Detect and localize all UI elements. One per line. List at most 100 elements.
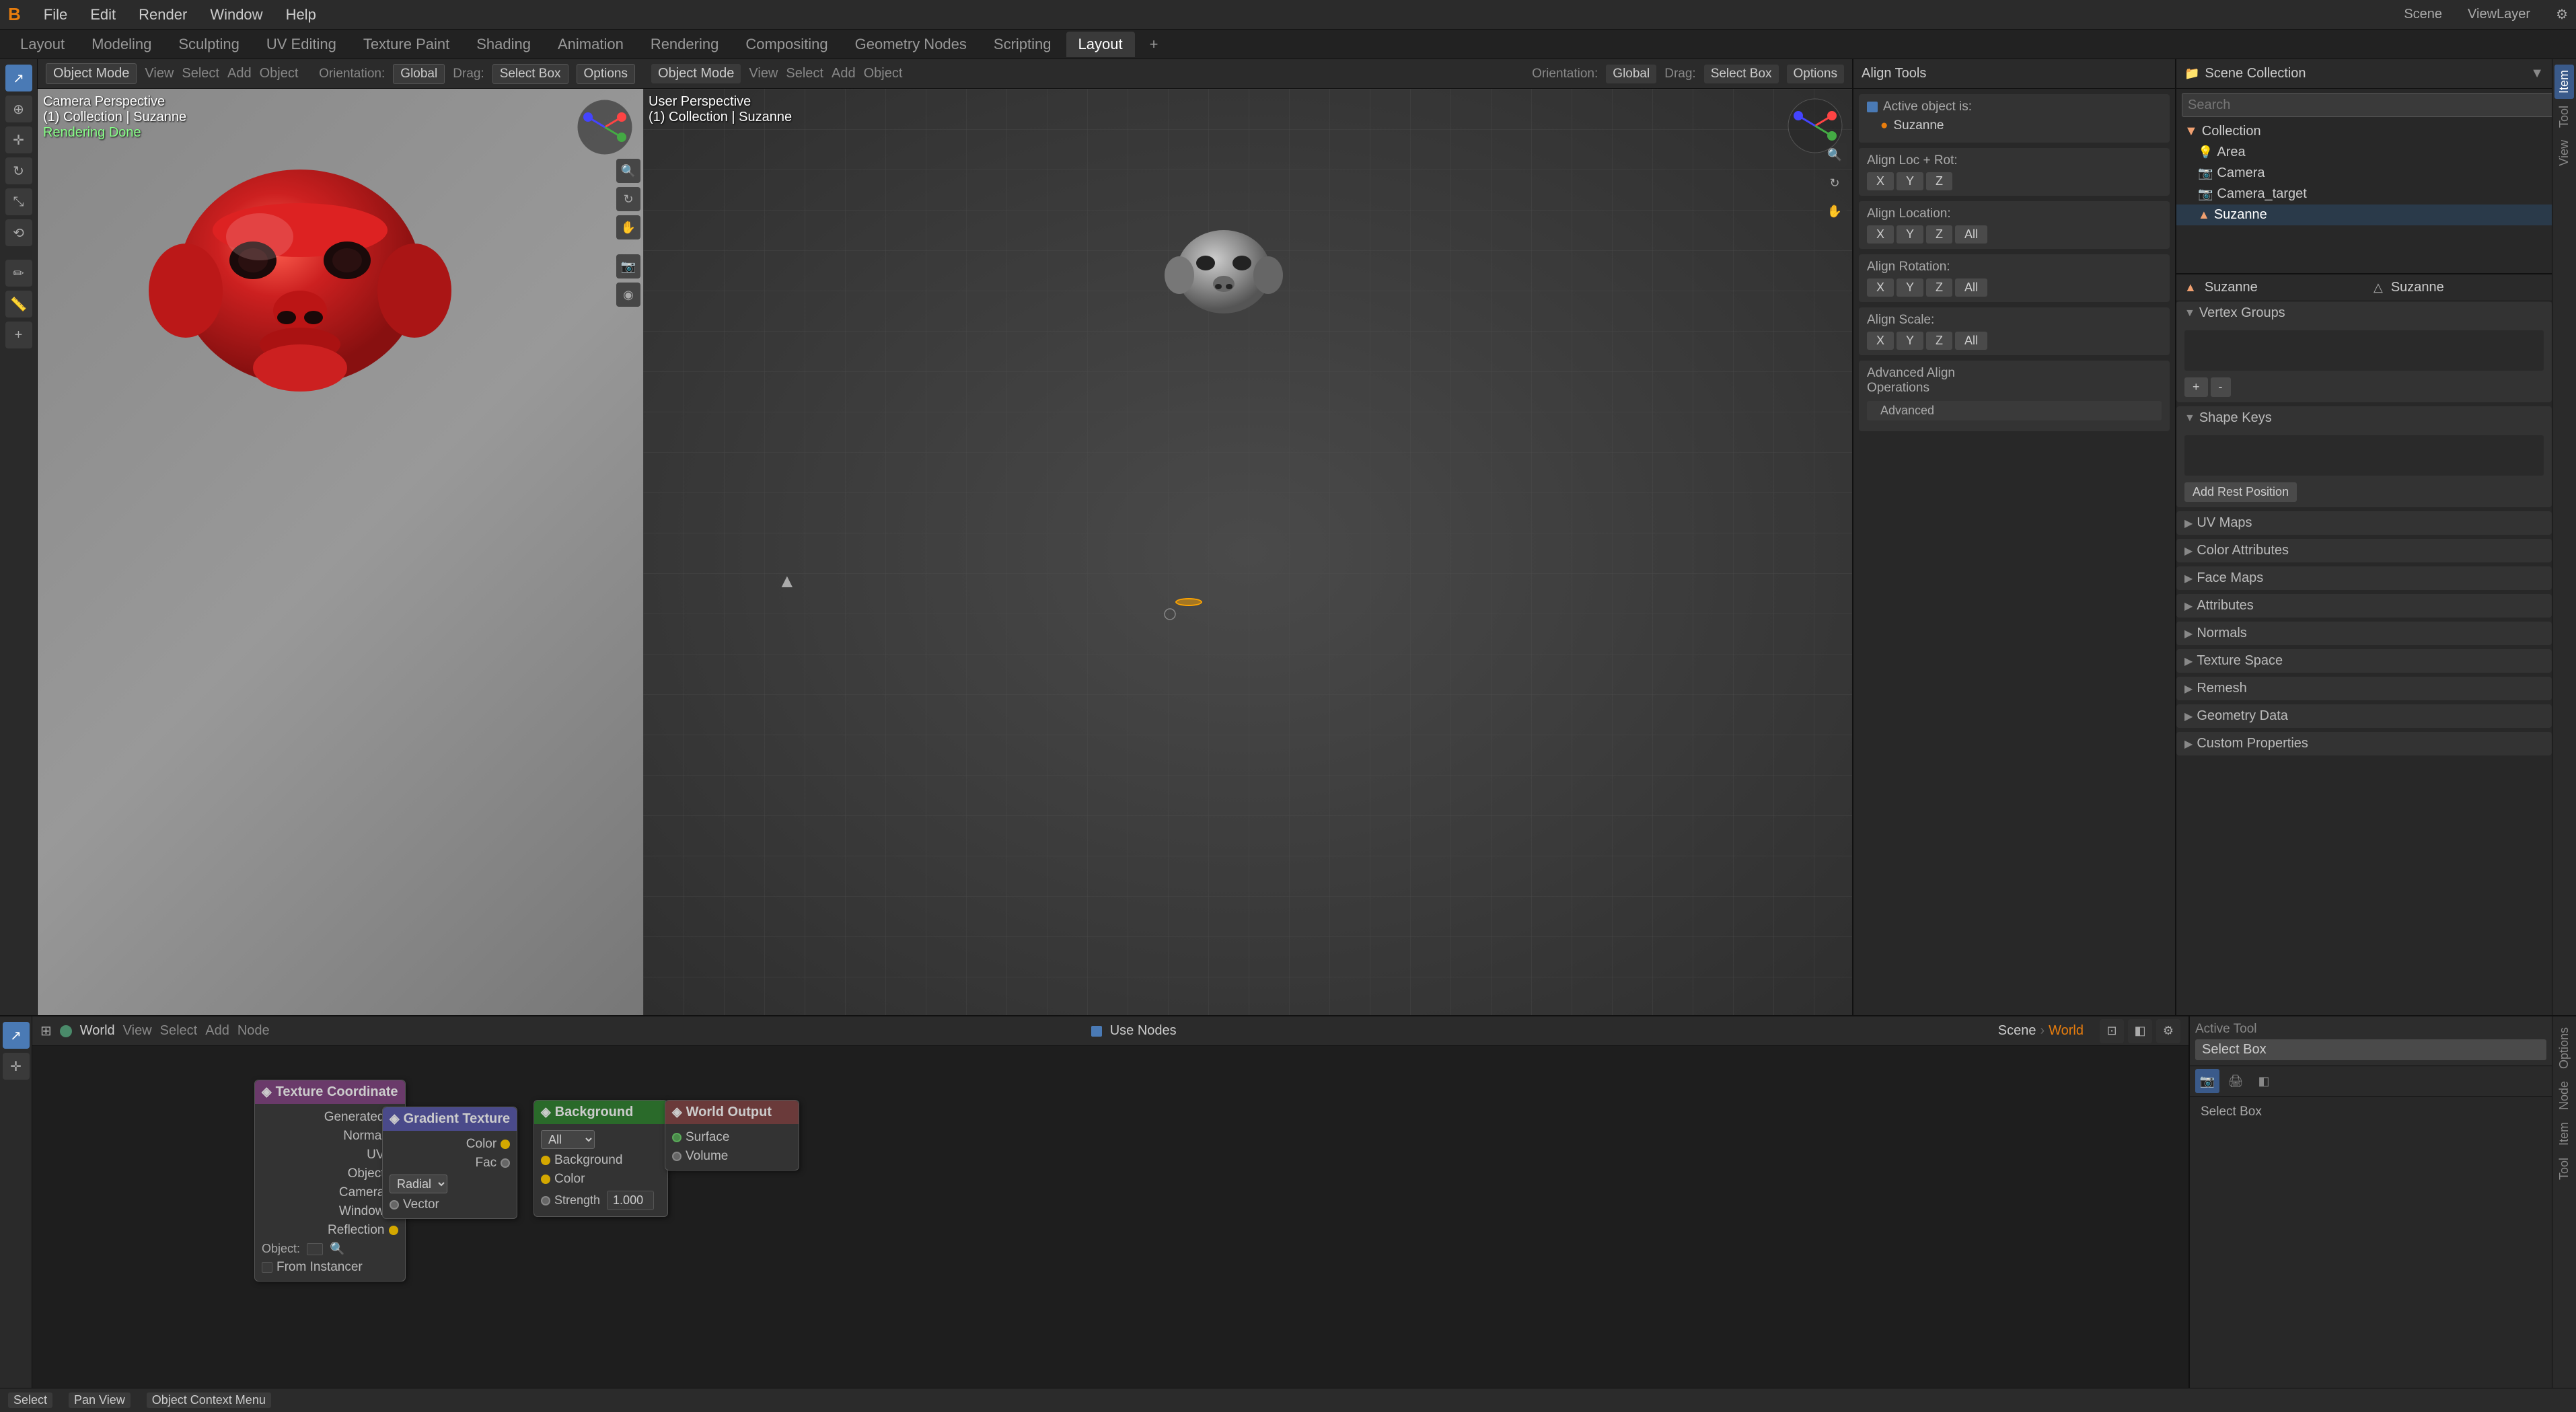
align-loc-z[interactable]: Z — [1926, 225, 1952, 244]
view-zoom-btn[interactable]: 🔍 — [616, 159, 640, 183]
props-icon-render[interactable]: 📷 — [2195, 1069, 2219, 1093]
add-node-menu[interactable]: Add — [205, 1023, 229, 1039]
color-attributes-title[interactable]: ▶ Color Attributes — [2176, 539, 2552, 562]
props-icon-view-layer[interactable]: ◧ — [2252, 1069, 2276, 1093]
align-rot-z[interactable]: Z — [1926, 278, 1952, 297]
breadcrumb-world[interactable]: World — [2049, 1023, 2084, 1039]
geometry-data-title[interactable]: ▶ Geometry Data — [2176, 704, 2552, 728]
tab-add[interactable]: + — [1138, 32, 1171, 57]
menu-help[interactable]: Help — [281, 3, 322, 26]
align-rot-all[interactable]: All — [1955, 278, 1987, 297]
select-tool-btn[interactable]: ↗ — [5, 65, 32, 91]
camera-btn[interactable]: 📷 — [616, 254, 640, 278]
vtab-tool-bottom[interactable]: Tool — [2554, 1152, 2574, 1185]
background-all-select[interactable]: All — [541, 1130, 595, 1149]
menu-window[interactable]: Window — [205, 3, 268, 26]
3d-pan-btn[interactable]: ✋ — [1823, 199, 1847, 223]
view-pan-btn[interactable]: ✋ — [616, 215, 640, 239]
render-btn[interactable]: ◉ — [616, 283, 640, 307]
tab-scripting[interactable]: Scripting — [982, 32, 1064, 57]
measure-tool-btn[interactable]: 📏 — [5, 291, 32, 318]
texture-space-title[interactable]: ▶ Texture Space — [2176, 649, 2552, 673]
object-mode-dropdown[interactable]: Object Mode — [46, 63, 137, 84]
tab-uv-editing[interactable]: UV Editing — [254, 32, 348, 57]
object-field-swatch[interactable] — [307, 1243, 323, 1255]
select-menu[interactable]: Select — [182, 66, 219, 81]
menu-render[interactable]: Render — [133, 3, 192, 26]
add-tool-btn[interactable]: + — [5, 322, 32, 348]
node-overlay-btn[interactable]: ◧ — [2128, 1019, 2152, 1043]
scene-search-input[interactable] — [2182, 93, 2552, 117]
object-mode-3d-dropdown[interactable]: Object Mode — [651, 64, 741, 83]
cursor-tool-btn[interactable]: ⊕ — [5, 96, 32, 122]
scale-tool-btn[interactable]: ⤡ — [5, 188, 32, 215]
face-maps-title[interactable]: ▶ Face Maps — [2176, 566, 2552, 590]
align-loc-y[interactable]: Y — [1897, 225, 1923, 244]
tab-texture-paint[interactable]: Texture Paint — [351, 32, 462, 57]
drag-3d-dropdown[interactable]: Select Box — [1704, 65, 1779, 83]
rotate-tool-btn[interactable]: ↻ — [5, 157, 32, 184]
shape-keys-title[interactable]: ▼ Shape Keys — [2176, 406, 2552, 430]
tab-compositing[interactable]: Compositing — [733, 32, 840, 57]
normals-title[interactable]: ▶ Normals — [2176, 622, 2552, 645]
node-menu[interactable]: Node — [237, 1023, 270, 1039]
use-nodes-checkbox[interactable] — [1091, 1026, 1102, 1037]
vtab-options[interactable]: Options — [2554, 1022, 2574, 1074]
vtab-node[interactable]: Node — [2554, 1076, 2574, 1115]
vertex-group-add-btn[interactable]: + — [2184, 377, 2208, 397]
vtab-tool[interactable]: Tool — [2554, 100, 2574, 133]
collection-item-camera[interactable]: 📷 Camera — [2176, 163, 2552, 184]
align-loc-rot-x[interactable]: X — [1867, 172, 1894, 190]
orientation-dropdown[interactable]: Global — [393, 64, 445, 84]
tab-shading[interactable]: Shading — [464, 32, 543, 57]
active-tool-value[interactable]: Select Box — [2195, 1039, 2546, 1060]
menu-edit[interactable]: Edit — [85, 3, 121, 26]
collection-item-camera-target[interactable]: 📷 Camera_target — [2176, 184, 2552, 205]
object-eyedropper[interactable]: 🔍 — [330, 1242, 344, 1256]
collection-item-collection[interactable]: ▼ Collection — [2176, 121, 2552, 142]
tab-animation[interactable]: Animation — [546, 32, 636, 57]
align-rot-y[interactable]: Y — [1897, 278, 1923, 297]
node-zoom-fit-btn[interactable]: ⊡ — [2100, 1019, 2124, 1043]
remesh-title[interactable]: ▶ Remesh — [2176, 677, 2552, 700]
align-loc-all[interactable]: All — [1955, 225, 1987, 244]
align-scale-z[interactable]: Z — [1926, 332, 1952, 350]
attributes-title[interactable]: ▶ Attributes — [2176, 594, 2552, 618]
custom-props-title[interactable]: ▶ Custom Properties — [2176, 732, 2552, 755]
view-menu[interactable]: View — [145, 66, 174, 81]
tab-modeling[interactable]: Modeling — [79, 32, 163, 57]
add-menu[interactable]: Add — [227, 66, 252, 81]
add-rest-pos-btn[interactable]: Add Rest Position — [2184, 482, 2297, 502]
vertex-group-remove-btn[interactable]: - — [2211, 377, 2231, 397]
annotate-tool-btn[interactable]: ✏ — [5, 260, 32, 287]
node-select-btn[interactable]: ↗ — [3, 1022, 30, 1049]
advanced-btn[interactable]: Advanced — [1867, 401, 2162, 420]
strength-input[interactable] — [607, 1191, 654, 1210]
collection-item-suzanne[interactable]: ▲ Suzanne — [2176, 205, 2552, 225]
align-loc-rot-z[interactable]: Z — [1926, 172, 1952, 190]
menu-file[interactable]: File — [38, 3, 73, 26]
collection-item-area[interactable]: 💡 Area — [2176, 142, 2552, 163]
options-3d-dropdown[interactable]: Options — [1787, 65, 1844, 83]
align-loc-rot-y[interactable]: Y — [1897, 172, 1923, 190]
options-dropdown[interactable]: Options — [577, 64, 635, 84]
tab-rendering[interactable]: Rendering — [638, 32, 731, 57]
view-rotate-btn[interactable]: ↻ — [616, 187, 640, 211]
breadcrumb-scene[interactable]: Scene — [1998, 1023, 2036, 1039]
active-object-checkbox[interactable] — [1867, 102, 1878, 112]
align-loc-x[interactable]: X — [1867, 225, 1894, 244]
node-type-icon[interactable]: ⊞ — [40, 1023, 52, 1039]
vtab-view[interactable]: View — [2554, 135, 2574, 172]
tab-sculpting[interactable]: Sculpting — [166, 32, 252, 57]
node-move-btn[interactable]: ✛ — [3, 1053, 30, 1080]
vtab-item-bottom[interactable]: Item — [2554, 1117, 2574, 1151]
view-3d-menu[interactable]: View — [749, 66, 778, 81]
drag-dropdown[interactable]: Select Box — [492, 64, 568, 84]
align-scale-all[interactable]: All — [1955, 332, 1987, 350]
align-scale-y[interactable]: Y — [1897, 332, 1923, 350]
3d-rotate-btn[interactable]: ↻ — [1823, 171, 1847, 195]
tab-geometry-nodes[interactable]: Geometry Nodes — [843, 32, 979, 57]
orientation-3d-dropdown[interactable]: Global — [1606, 65, 1656, 83]
props-icon-output[interactable]: 🖨 — [2223, 1069, 2248, 1093]
transform-tool-btn[interactable]: ⟲ — [5, 219, 32, 246]
